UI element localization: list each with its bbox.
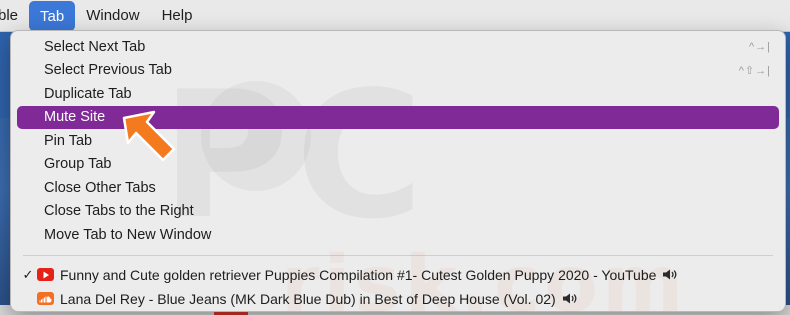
speaker-icon xyxy=(562,292,579,305)
menu-item-select-previous-tab[interactable]: Select Previous Tab ^⇧→| xyxy=(17,59,779,83)
open-tab-item[interactable]: ✓ Funny and Cute golden retriever Puppie… xyxy=(17,263,779,287)
menu-bar: ble Tab Window Help xyxy=(0,0,790,32)
menu-item-label: Duplicate Tab xyxy=(44,85,132,102)
menu-item-label: Mute Site xyxy=(44,109,106,126)
shortcut-label: ^→| xyxy=(748,40,771,53)
menubar-item-tab[interactable]: Tab xyxy=(29,1,76,31)
menu-item-label: Select Previous Tab xyxy=(44,62,172,79)
menu-item-label: Pin Tab xyxy=(44,132,93,149)
tab-title: Funny and Cute golden retriever Puppies … xyxy=(60,266,657,283)
menubar-item-window[interactable]: Window xyxy=(75,0,150,32)
menu-item-label: Close Other Tabs xyxy=(44,179,156,196)
menu-item-move-tab-new-window[interactable]: Move Tab to New Window xyxy=(17,223,779,247)
menu-item-label: Select Next Tab xyxy=(44,38,146,55)
menu-item-duplicate-tab[interactable]: Duplicate Tab xyxy=(17,82,779,106)
menu-item-label: Move Tab to New Window xyxy=(44,226,212,243)
menubar-item-table[interactable]: ble xyxy=(0,0,29,32)
youtube-icon xyxy=(37,268,54,281)
tab-title: Lana Del Rey - Blue Jeans (MK Dark Blue … xyxy=(60,290,556,307)
menu-item-group-tab[interactable]: Group Tab xyxy=(17,153,779,177)
menu-item-close-tabs-right[interactable]: Close Tabs to the Right xyxy=(17,200,779,224)
checkmark-icon: ✓ xyxy=(22,266,34,282)
menu-item-select-next-tab[interactable]: Select Next Tab ^→| xyxy=(17,35,779,59)
screen: ble Tab Window Help PC risk.com Select N… xyxy=(0,0,790,315)
menu-item-mute-site[interactable]: Mute Site xyxy=(17,105,779,129)
menu-separator xyxy=(23,254,773,256)
open-tab-item[interactable]: Lana Del Rey - Blue Jeans (MK Dark Blue … xyxy=(17,287,779,311)
shortcut-label: ^⇧→| xyxy=(738,64,771,77)
menu-item-close-other-tabs[interactable]: Close Other Tabs xyxy=(17,176,779,200)
menubar-item-help[interactable]: Help xyxy=(151,0,204,32)
menu-item-label: Close Tabs to the Right xyxy=(44,203,194,220)
menu-item-label: Group Tab xyxy=(44,156,112,173)
speaker-icon xyxy=(662,268,679,281)
tab-menu-dropdown: PC risk.com Select Next Tab ^→| Select P… xyxy=(10,30,786,315)
menu-item-pin-tab[interactable]: Pin Tab xyxy=(17,129,779,153)
soundcloud-icon xyxy=(37,292,54,305)
